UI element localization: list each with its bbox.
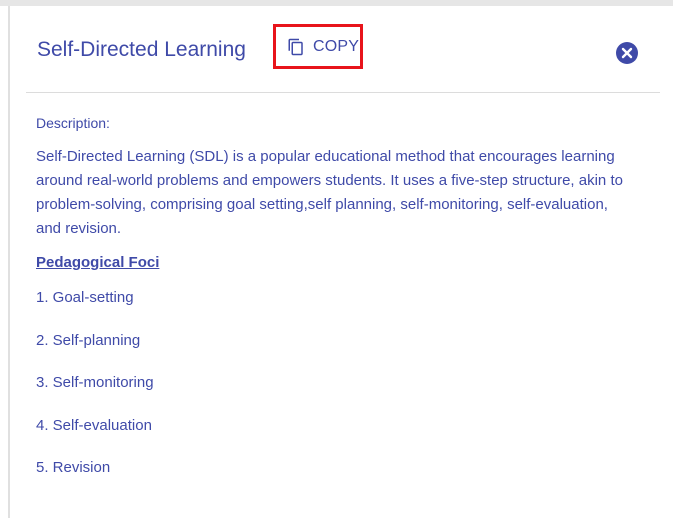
list-item: 1. Goal-setting: [36, 289, 134, 306]
list-item: 3. Self-monitoring: [36, 374, 154, 391]
dialog-content: Description: Self-Directed Learning (SDL…: [36, 115, 636, 502]
copy-button[interactable]: COPY: [273, 24, 363, 69]
copy-label: COPY: [313, 37, 360, 55]
list-item: 5. Revision: [36, 459, 111, 476]
dialog-title: Self-Directed Learning: [37, 38, 246, 61]
list-item: 2. Self-planning: [36, 331, 141, 349]
top-border: [0, 0, 673, 6]
close-icon[interactable]: [616, 42, 638, 64]
list-item: 4. Self-evaluation: [36, 416, 152, 434]
dialog-panel: Self-Directed Learning COPY Description:…: [0, 0, 673, 518]
foci-list: 1. Goal-setting 2. Self-planning 3. Self…: [36, 289, 636, 477]
left-border: [8, 6, 10, 518]
dialog-header: Self-Directed Learning COPY: [26, 20, 660, 93]
description-label: Description:: [36, 115, 110, 131]
pedagogical-foci-heading: Pedagogical Foci: [36, 254, 160, 271]
description-text: Self-Directed Learning (SDL) is a popula…: [36, 148, 623, 237]
copy-icon: [287, 38, 305, 56]
